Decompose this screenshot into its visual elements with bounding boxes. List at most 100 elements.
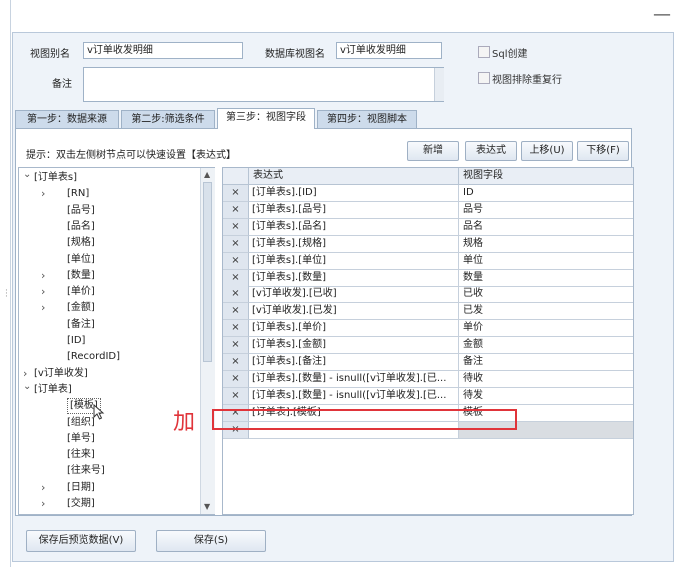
expression-cell[interactable]: [v订单收发].[已发] (249, 303, 459, 321)
expression-cell[interactable]: [订单表s].[单位] (249, 252, 459, 270)
grid-header-expression: 表达式 (249, 168, 459, 185)
field-cell[interactable]: 已发 (459, 303, 633, 321)
collapsed-arrow-icon[interactable]: › (41, 268, 45, 284)
tab-step2[interactable]: 第二步:筛选条件 (121, 110, 215, 128)
expanded-arrow-icon[interactable]: ⌄ (23, 168, 31, 183)
delete-row-icon[interactable]: × (223, 201, 249, 219)
field-cell[interactable]: 待发 (459, 388, 633, 405)
minimize-icon[interactable]: — (653, 4, 671, 25)
tree-node-label: [单号] (67, 432, 95, 444)
expression-cell[interactable]: [订单表s].[金额] (249, 337, 459, 355)
tab-step3[interactable]: 第三步：视图字段 (217, 108, 315, 129)
expression-cell[interactable]: [订单表s].[品名] (249, 218, 459, 236)
tab-step4[interactable]: 第四步：视图脚本 (317, 110, 417, 128)
tree-node-label: [订单表] (34, 383, 72, 395)
collapsed-arrow-icon[interactable]: › (41, 186, 45, 202)
save-preview-button[interactable]: 保存后预览数据(V) (26, 530, 136, 552)
delete-row-icon[interactable]: × (223, 218, 249, 236)
delete-row-icon[interactable]: × (223, 370, 249, 388)
table-row[interactable]: × [v订单收发].[已收] 已收 (223, 286, 633, 304)
expression-cell[interactable]: [订单表s].[单价] (249, 320, 459, 338)
field-cell[interactable]: 数量 (459, 270, 633, 287)
view-alias-input[interactable]: v订单收发明细 (83, 42, 243, 59)
scroll-up-icon[interactable]: ▲ (204, 170, 210, 179)
tree-node-label: [订单表s] (34, 172, 78, 183)
tree-node-label: [品号] (67, 204, 95, 216)
delete-row-icon[interactable]: × (223, 235, 249, 253)
delete-row-icon[interactable]: × (223, 269, 249, 287)
save-button[interactable]: 保存(S) (156, 530, 266, 552)
table-row[interactable]: × [订单表s].[数量] 数量 (223, 269, 633, 287)
tree-node-label: [往来号] (67, 465, 105, 477)
expression-cell[interactable]: [v订单收发].[已收] (249, 286, 459, 304)
field-cell[interactable]: 品名 (459, 219, 633, 236)
field-cell[interactable]: 备注 (459, 354, 633, 371)
table-row[interactable]: × [订单表s].[数量] - isnull([v订单收发].[已... 待收 (223, 370, 633, 388)
tree-scrollbar[interactable]: ▲ ▼ (200, 168, 215, 514)
expression-cell[interactable]: [订单表s].[数量] - isnull([v订单收发].[已... (249, 387, 459, 405)
remark-textarea[interactable] (83, 67, 444, 102)
table-row[interactable]: × [订单表s].[金额] 金额 (223, 337, 633, 355)
expression-cell[interactable]: [订单表s].[数量] - isnull([v订单收发].[已... (249, 370, 459, 388)
field-cell[interactable]: 金额 (459, 337, 633, 355)
title-strip: — (0, 0, 680, 32)
view-alias-label: 视图别名 (30, 49, 70, 60)
table-row[interactable]: × [订单表s].[ID] ID (223, 185, 633, 202)
tree-node-label: [往来] (67, 449, 95, 461)
table-row[interactable]: × [订单表s].[规格] 规格 (223, 235, 633, 253)
delete-row-icon[interactable]: × (223, 286, 249, 304)
collapsed-arrow-icon[interactable]: › (41, 480, 45, 496)
delete-row-icon[interactable]: × (223, 252, 249, 270)
collapsed-arrow-icon[interactable]: › (41, 284, 45, 300)
delete-row-icon[interactable]: × (223, 185, 249, 202)
table-row[interactable]: × [v订单收发].[已发] 已发 (223, 303, 633, 321)
collapsed-arrow-icon[interactable]: › (41, 300, 45, 316)
expanded-arrow-icon[interactable]: ⌄ (23, 379, 31, 395)
sql-create-label: Sql创建 (492, 49, 528, 60)
expression-cell[interactable]: [订单表s].[ID] (249, 185, 459, 202)
field-cell[interactable]: 待收 (459, 371, 633, 388)
tree-node-label: [RecordID] (67, 351, 121, 363)
move-down-button[interactable]: 下移(F) (577, 141, 629, 161)
scroll-thumb[interactable] (203, 182, 212, 362)
table-row[interactable]: × [订单表s].[单位] 单位 (223, 252, 633, 270)
tree-node-label: [组织] (67, 416, 95, 428)
table-row[interactable]: × [订单表s].[品号] 品号 (223, 201, 633, 219)
table-row[interactable]: × [订单表s].[备注] 备注 (223, 354, 633, 371)
remark-scrollbar[interactable] (434, 68, 444, 101)
tree-node-label: [日期] (67, 481, 95, 493)
delete-row-icon[interactable]: × (223, 387, 249, 405)
field-cell[interactable]: 已收 (459, 286, 633, 304)
delete-row-icon[interactable]: × (223, 337, 249, 355)
delete-row-icon[interactable]: × (223, 354, 249, 371)
dedupe-label: 视图排除重复行 (492, 75, 562, 86)
expression-cell[interactable]: [订单表s].[备注] (249, 354, 459, 371)
db-view-name-input[interactable]: v订单收发明细 (336, 42, 442, 59)
scroll-down-icon[interactable]: ▼ (204, 502, 210, 511)
field-cell[interactable]: 单价 (459, 320, 633, 338)
expression-button[interactable]: 表达式 (465, 141, 517, 161)
tree-node-label: [单位] (67, 253, 95, 265)
sql-create-checkbox[interactable] (478, 46, 490, 58)
field-cell[interactable]: 规格 (459, 236, 633, 253)
expression-cell[interactable]: [订单表s].[规格] (249, 235, 459, 253)
table-row[interactable]: × [订单表s].[品名] 品名 (223, 218, 633, 236)
tree-node-label: [ID] (67, 335, 86, 346)
highlight-box (212, 409, 517, 430)
field-cell[interactable]: ID (459, 185, 633, 202)
expression-cell[interactable]: [订单表s].[数量] (249, 269, 459, 287)
delete-row-icon[interactable]: × (223, 303, 249, 321)
splitter-grip[interactable]: · · · (4, 0, 11, 567)
add-button[interactable]: 新增 (407, 141, 459, 161)
delete-row-icon[interactable]: × (223, 320, 249, 338)
dedupe-checkbox[interactable] (478, 72, 490, 84)
field-cell[interactable]: 品号 (459, 202, 633, 219)
table-row[interactable]: × [订单表s].[单价] 单价 (223, 320, 633, 338)
table-row[interactable]: × [订单表s].[数量] - isnull([v订单收发].[已... 待发 (223, 387, 633, 405)
field-cell[interactable]: 单位 (459, 253, 633, 270)
collapsed-arrow-icon[interactable]: › (41, 496, 45, 512)
tab-step1[interactable]: 第一步：数据来源 (15, 110, 119, 128)
tree-node-label: [金额] (67, 302, 95, 314)
move-up-button[interactable]: 上移(U) (521, 141, 573, 161)
expression-cell[interactable]: [订单表s].[品号] (249, 201, 459, 219)
